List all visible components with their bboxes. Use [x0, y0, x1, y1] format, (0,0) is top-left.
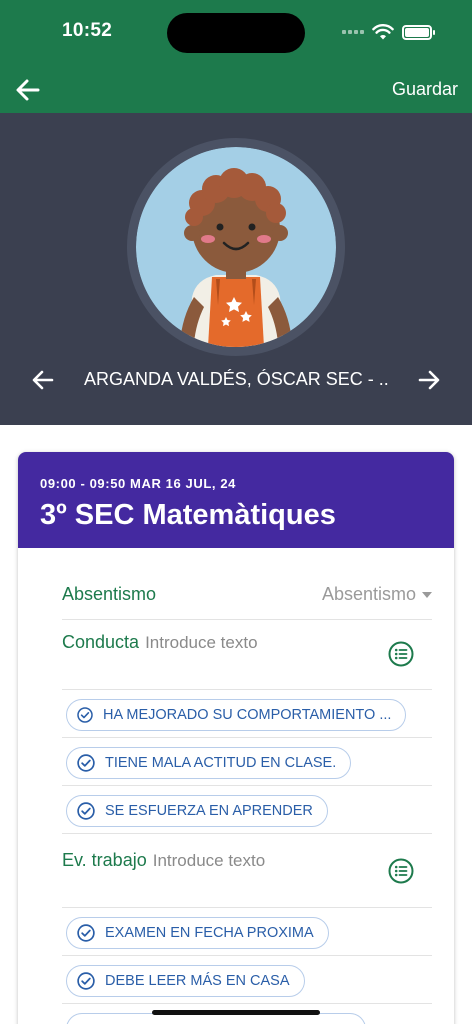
list-icon — [388, 858, 414, 884]
wifi-icon — [372, 23, 394, 39]
trabajo-chip-row: DEBE LEER MÁS EN CASA — [62, 956, 432, 1004]
prev-arrow-icon — [32, 370, 54, 390]
chip-label: EXAMEN EN FECHA PROXIMA — [105, 925, 314, 941]
conducta-label: Conducta — [62, 632, 140, 652]
avatar — [136, 147, 336, 347]
student-profile: ARGANDA VALDÉS, ÓSCAR SEC - ... — [0, 113, 472, 425]
conducta-field[interactable]: Conducta Introduce texto — [62, 632, 258, 653]
battery-icon — [402, 24, 435, 40]
absentismo-dropdown-value: Absentismo — [321, 584, 416, 604]
chip-label: SE ESFUERZA EN APRENDER — [105, 803, 313, 819]
conducta-chip[interactable]: TIENE MALA ACTITUD EN CLASE. — [66, 747, 352, 779]
avatar-ring — [127, 138, 345, 356]
check-circle-icon — [77, 754, 95, 772]
trabajo-label: Ev. trabajo — [62, 850, 147, 870]
session-header: 09:00 - 09:50 MAR 16 JUL, 24 3º SEC Mate… — [18, 452, 454, 548]
trabajo-chip[interactable]: DEBE LEER MÁS EN CASA — [66, 965, 305, 997]
prev-student-button[interactable] — [30, 367, 56, 393]
conducta-chip-row: TIENE MALA ACTITUD EN CLASE. — [62, 738, 432, 786]
trabajo-list-button[interactable] — [388, 858, 414, 884]
chevron-down-icon — [422, 592, 432, 599]
trabajo-chip[interactable]: EXAMEN EN FECHA PROXIMA — [66, 917, 329, 949]
next-arrow-icon — [418, 370, 440, 390]
session-time: 09:00 - 09:50 MAR 16 JUL, 24 — [40, 476, 236, 491]
trabajo-chip-row: EXAMEN EN FECHA PROXIMA — [62, 908, 432, 956]
conducta-row: Conducta Introduce texto — [62, 620, 432, 690]
student-name-link[interactable]: ARGANDA VALDÉS, ÓSCAR SEC - ... — [84, 369, 390, 390]
check-circle-icon — [77, 924, 95, 942]
status-icons — [342, 22, 435, 42]
check-circle-icon — [77, 972, 95, 990]
trabajo-row: Ev. trabajo Introduce texto — [62, 834, 432, 908]
absentismo-dropdown[interactable]: Absentismo — [322, 584, 432, 605]
conducta-chip-row: SE ESFUERZA EN APRENDER — [62, 786, 432, 834]
home-indicator[interactable] — [152, 1010, 320, 1015]
conducta-chip[interactable]: SE ESFUERZA EN APRENDER — [66, 795, 328, 827]
chip-label: TIENE MALA ACTITUD EN CLASE. — [105, 755, 337, 771]
app-bar: 10:52 Guardar — [0, 0, 472, 113]
trabajo-input[interactable]: Introduce texto — [153, 851, 265, 870]
chip-label: HA MEJORADO SU COMPORTAMIENTO ... — [103, 707, 392, 723]
conducta-chip-row: HA MEJORADO SU COMPORTAMIENTO ... — [62, 690, 432, 738]
trabajo-field[interactable]: Ev. trabajo Introduce texto — [62, 850, 265, 871]
check-circle-icon — [77, 802, 95, 820]
dynamic-island — [167, 13, 305, 53]
conducta-list-button[interactable] — [388, 641, 414, 667]
conducta-chip[interactable]: HA MEJORADO SU COMPORTAMIENTO ... — [66, 699, 407, 731]
save-button[interactable]: Guardar — [392, 79, 458, 100]
status-time: 10:52 — [62, 20, 113, 41]
signal-icon — [342, 30, 364, 34]
session-title: 3º SEC Matemàtiques — [40, 499, 336, 531]
check-circle-icon — [77, 707, 93, 723]
chip-label: DEBE LEER MÁS EN CASA — [105, 973, 290, 989]
absentismo-row: Absentismo Absentismo — [62, 570, 432, 620]
list-icon — [388, 641, 414, 667]
session-card: 09:00 - 09:50 MAR 16 JUL, 24 3º SEC Mate… — [18, 452, 454, 1024]
back-arrow-icon — [16, 79, 40, 101]
back-button[interactable] — [14, 76, 42, 104]
absentismo-label: Absentismo — [62, 584, 157, 604]
student-navigator: ARGANDA VALDÉS, ÓSCAR SEC - ... — [0, 365, 472, 397]
next-student-button[interactable] — [416, 367, 442, 393]
conducta-input[interactable]: Introduce texto — [145, 633, 257, 652]
